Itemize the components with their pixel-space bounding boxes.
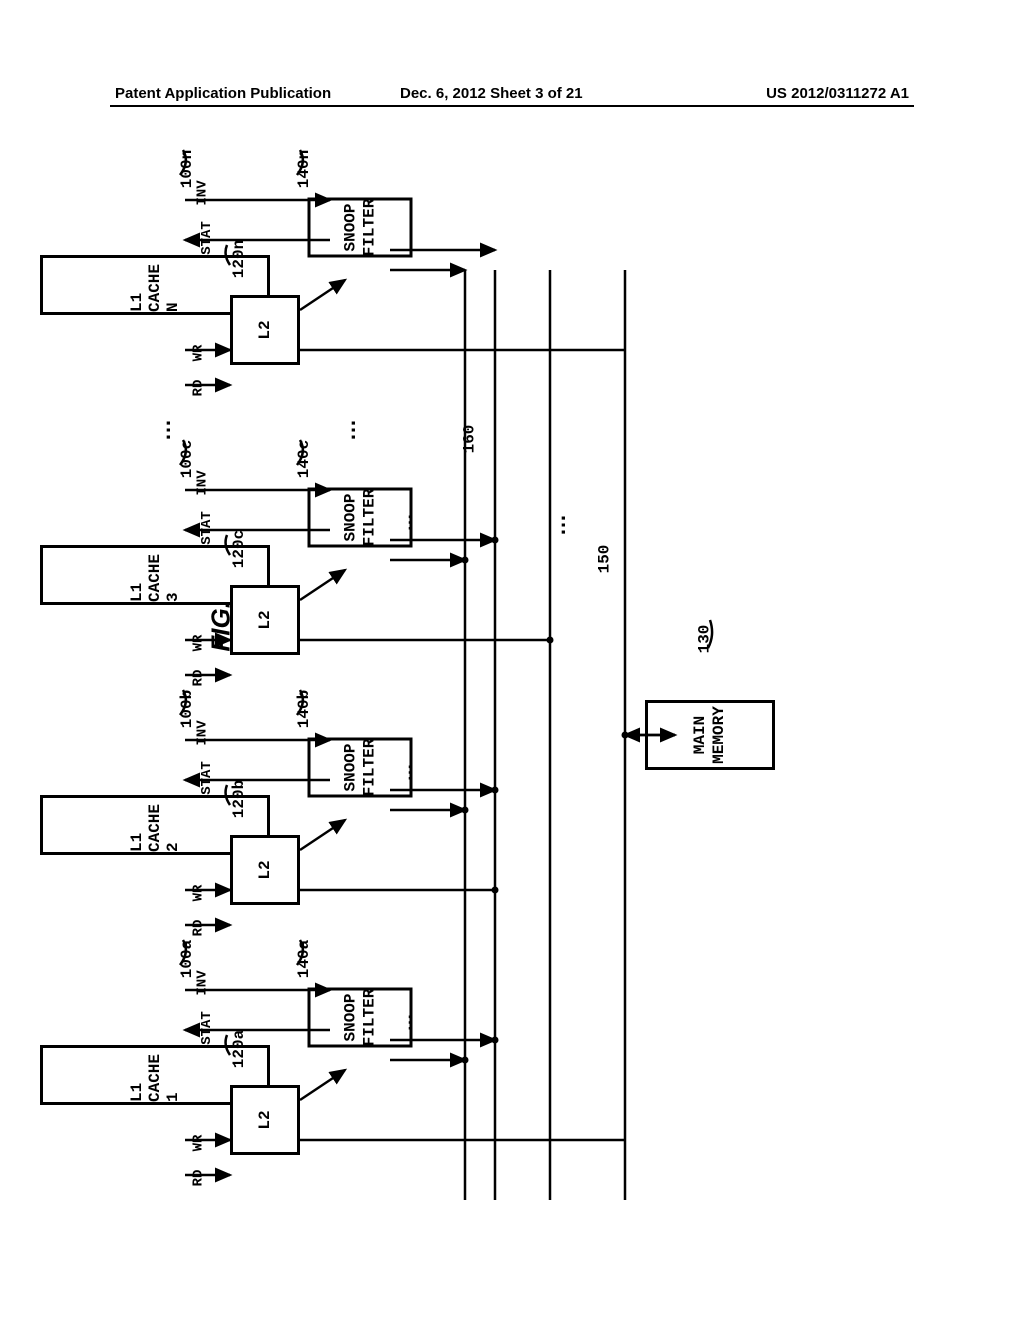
l1-cache-3-label: L1 CACHE 3 (128, 548, 182, 602)
stat-n: STAT (199, 221, 215, 255)
ref-130: 130 (695, 625, 713, 654)
rd-a: RD (190, 1170, 206, 1187)
header-right: US 2012/0311272 A1 (766, 85, 909, 102)
snoop-filter-c-label: SNOOP FILTER (342, 489, 379, 547)
ref-100n: 100n (178, 150, 196, 188)
header-rule (110, 105, 914, 107)
inv-a: INV (195, 970, 211, 995)
dots-sf-between: … (335, 415, 361, 441)
main-memory-label: MAIN MEMORY (691, 706, 729, 764)
ref-120c: 120c (230, 530, 248, 568)
wr-n: WR (190, 345, 206, 362)
dots-sf-c: … (396, 510, 417, 532)
wr-c: WR (190, 635, 206, 652)
l2-b-label: L2 (256, 860, 274, 879)
ref-140n: 140n (295, 150, 313, 188)
ref-100c: 100c (178, 440, 196, 478)
ref-140c: 140c (295, 440, 313, 478)
l2-a-label: L2 (256, 1110, 274, 1129)
dots-between-cn: … (150, 415, 176, 441)
wr-b: WR (190, 885, 206, 902)
snoop-filter-n: SNOOP FILTER (308, 198, 413, 258)
l2-n: L2 (230, 295, 300, 365)
rd-n: RD (190, 380, 206, 397)
l2-a: L2 (230, 1085, 300, 1155)
rd-c: RD (190, 670, 206, 687)
inv-b: INV (195, 720, 211, 745)
l2-b: L2 (230, 835, 300, 905)
ref-120b: 120b (230, 780, 248, 818)
ref-120n: 120n (230, 240, 248, 278)
dots-bus: … (545, 510, 571, 536)
snoop-filter-n-label: SNOOP FILTER (342, 199, 379, 257)
ref-140a: 140a (295, 940, 313, 978)
l1-cache-n-label: L1 CACHE N (128, 258, 182, 312)
header-center: Dec. 6, 2012 Sheet 3 of 21 (400, 85, 583, 102)
stat-c: STAT (199, 511, 215, 545)
main-memory: MAIN MEMORY (645, 700, 775, 770)
rd-b: RD (190, 920, 206, 937)
header-left: Patent Application Publication (115, 85, 331, 102)
dots-sf-a: … (396, 1010, 417, 1032)
dots-sf-b: … (396, 760, 417, 782)
stat-a: STAT (199, 1011, 215, 1045)
ref-160: 160 (460, 425, 478, 454)
l2-c: L2 (230, 585, 300, 655)
ref-150: 150 (595, 545, 613, 574)
stat-b: STAT (199, 761, 215, 795)
wr-a: WR (190, 1135, 206, 1152)
inv-n: INV (195, 180, 211, 205)
ref-100b: 100b (178, 690, 196, 728)
figure-3: FIG. 3 L1 CACHE 1 L2 SNOOP FILTER L1 CAC… (115, 140, 915, 1220)
inv-c: INV (195, 470, 211, 495)
l1-cache-1-label: L1 CACHE 1 (128, 1048, 182, 1102)
ref-100a: 100a (178, 940, 196, 978)
l1-cache-2-label: L1 CACHE 2 (128, 798, 182, 852)
l2-n-label: L2 (256, 320, 274, 339)
snoop-filter-a-label: SNOOP FILTER (342, 989, 379, 1047)
ref-140b: 140b (295, 690, 313, 728)
ref-120a: 120a (230, 1030, 248, 1068)
snoop-filter-b-label: SNOOP FILTER (342, 739, 379, 797)
l2-c-label: L2 (256, 610, 274, 629)
